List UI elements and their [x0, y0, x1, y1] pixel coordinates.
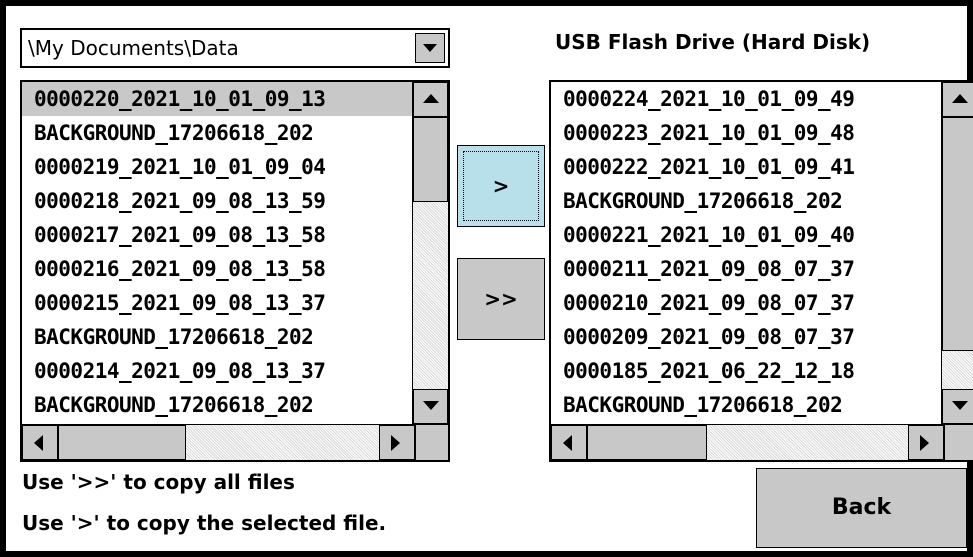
- source-file-rows: 0000220_2021_10_01_09_13 BACKGROUND_17206…: [22, 82, 415, 424]
- source-scrollbar-corner: [415, 424, 448, 460]
- file-list-item[interactable]: 0000216_2021_09_08_13_58: [22, 252, 415, 286]
- file-list-item[interactable]: 0000185_2021_06_22_12_18: [551, 354, 944, 388]
- source-vertical-scroll-thumb[interactable]: [413, 117, 448, 202]
- file-list-item[interactable]: 0000222_2021_10_01_09_41: [551, 150, 944, 184]
- target-scroll-down-button[interactable]: [942, 389, 973, 424]
- arrow-right-icon: [391, 435, 400, 451]
- chevron-down-icon: [423, 44, 437, 52]
- file-list-item[interactable]: 0000211_2021_09_08_07_37: [551, 252, 944, 286]
- hint-copy-all: Use '>>' to copy all files: [22, 470, 295, 494]
- target-scroll-left-button[interactable]: [551, 425, 587, 460]
- source-horizontal-scroll-thumb[interactable]: [58, 425, 186, 460]
- file-list-item[interactable]: 0000221_2021_10_01_09_40: [551, 218, 944, 252]
- source-scroll-right-button[interactable]: [379, 425, 415, 460]
- source-scroll-down-button[interactable]: [413, 389, 448, 424]
- hint-copy-selected: Use '>' to copy the selected file.: [22, 511, 387, 535]
- file-list-item[interactable]: BACKGROUND_17206618_202: [22, 116, 415, 150]
- target-horizontal-scrollbar[interactable]: [551, 424, 944, 460]
- file-list-item[interactable]: 0000210_2021_09_08_07_37: [551, 286, 944, 320]
- file-list-item[interactable]: 0000214_2021_09_08_13_37: [22, 354, 415, 388]
- source-scroll-left-button[interactable]: [22, 425, 58, 460]
- file-list-item[interactable]: BACKGROUND_17206618_202: [22, 320, 415, 354]
- target-file-list[interactable]: 0000224_2021_10_01_09_49 0000223_2021_10_…: [549, 80, 973, 462]
- arrow-down-icon: [952, 401, 968, 410]
- back-button[interactable]: Back: [756, 468, 967, 548]
- file-list-item[interactable]: 0000218_2021_09_08_13_59: [22, 184, 415, 218]
- file-list-item[interactable]: BACKGROUND_17206618_202: [551, 184, 944, 218]
- file-list-item[interactable]: 0000217_2021_09_08_13_58: [22, 218, 415, 252]
- copy-selected-button[interactable]: >: [457, 145, 545, 227]
- arrow-left-icon: [34, 435, 43, 451]
- file-list-item[interactable]: BACKGROUND_17206618_202: [551, 388, 944, 422]
- file-list-item[interactable]: 0000224_2021_10_01_09_49: [551, 82, 944, 116]
- file-transfer-window: \My Documents\Data USB Flash Drive (Hard…: [6, 6, 973, 551]
- copy-all-button[interactable]: >>: [457, 258, 545, 340]
- file-list-item[interactable]: 0000209_2021_09_08_07_37: [551, 320, 944, 354]
- arrow-up-icon: [423, 94, 439, 103]
- source-vertical-scrollbar[interactable]: [412, 82, 448, 424]
- source-horizontal-scrollbar[interactable]: [22, 424, 415, 460]
- source-scroll-up-button[interactable]: [413, 82, 448, 117]
- target-scroll-right-button[interactable]: [908, 425, 944, 460]
- arrow-up-icon: [952, 94, 968, 103]
- target-drive-label: USB Flash Drive (Hard Disk): [555, 30, 871, 54]
- focus-indicator: [463, 151, 539, 221]
- dropdown-button[interactable]: [415, 33, 445, 63]
- source-folder-dropdown[interactable]: \My Documents\Data: [20, 28, 450, 68]
- file-list-item[interactable]: BACKGROUND_17206618_202: [22, 388, 415, 422]
- target-vertical-scrollbar[interactable]: [941, 82, 973, 424]
- source-folder-value: \My Documents\Data: [28, 36, 239, 60]
- source-file-list[interactable]: 0000220_2021_10_01_09_13 BACKGROUND_17206…: [20, 80, 450, 462]
- arrow-right-icon: [920, 435, 929, 451]
- target-vertical-scroll-thumb[interactable]: [942, 117, 973, 351]
- file-list-item[interactable]: 0000220_2021_10_01_09_13: [22, 82, 415, 116]
- target-scrollbar-corner: [944, 424, 973, 460]
- copy-all-label: >>: [484, 287, 518, 311]
- target-file-rows: 0000224_2021_10_01_09_49 0000223_2021_10_…: [551, 82, 944, 424]
- arrow-left-icon: [563, 435, 572, 451]
- file-list-item[interactable]: 0000219_2021_10_01_09_04: [22, 150, 415, 184]
- arrow-down-icon: [423, 401, 439, 410]
- file-list-item[interactable]: 0000223_2021_10_01_09_48: [551, 116, 944, 150]
- target-scroll-up-button[interactable]: [942, 82, 973, 117]
- back-label: Back: [831, 495, 892, 520]
- target-horizontal-scroll-thumb[interactable]: [587, 425, 707, 460]
- file-list-item[interactable]: 0000215_2021_09_08_13_37: [22, 286, 415, 320]
